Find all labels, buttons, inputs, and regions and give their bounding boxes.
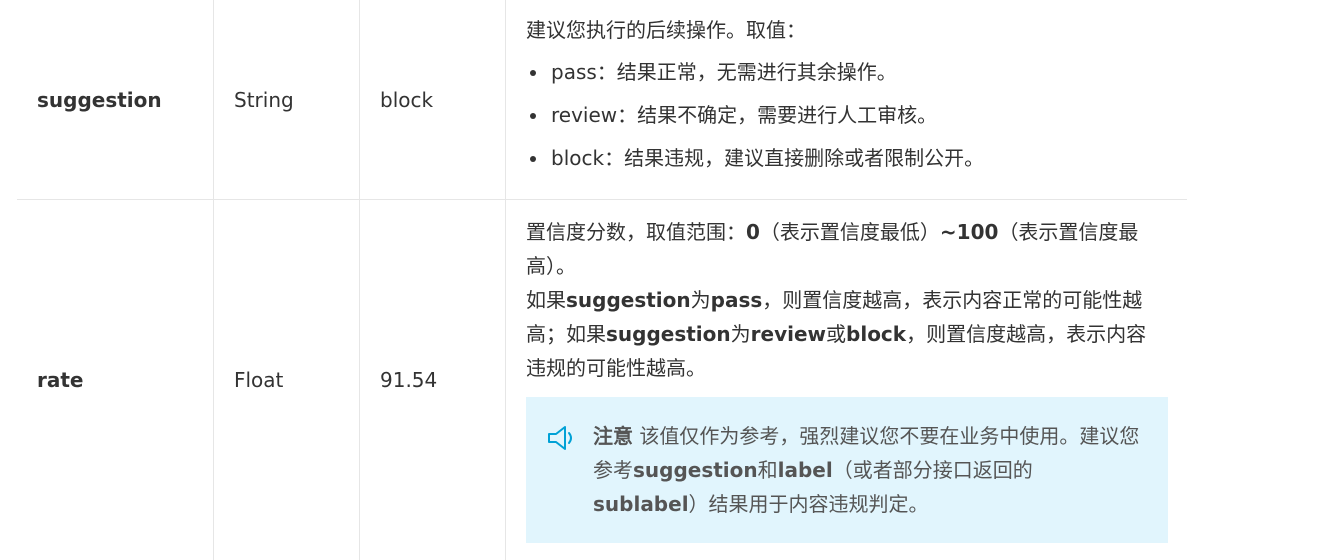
list-item: pass：结果正常，无需进行其余操作。 — [526, 58, 984, 101]
description-intro: 建议您执行的后续操作。取值： — [526, 18, 806, 42]
bullet-icon — [530, 113, 536, 119]
param-type: String — [214, 0, 360, 199]
list-item: review：结果不确定，需要进行人工审核。 — [526, 101, 984, 144]
bullet-icon — [530, 156, 536, 162]
description-text: 置信度分数，取值范围：0（表示置信度最低）~100（表示置信度最高）。 如果su… — [526, 215, 1166, 385]
param-description: 置信度分数，取值范围：0（表示置信度最低）~100（表示置信度最高）。 如果su… — [506, 200, 1187, 560]
speaker-icon — [546, 425, 576, 451]
table-row: suggestion String block 建议您执行的后续操作。取值： p… — [17, 0, 1187, 200]
param-type: Float — [214, 200, 360, 560]
parameters-table: suggestion String block 建议您执行的后续操作。取值： p… — [17, 0, 1187, 560]
param-name: suggestion — [17, 0, 214, 199]
table-row: rate Float 91.54 置信度分数，取值范围：0（表示置信度最低）~1… — [17, 200, 1187, 560]
list-item: block：结果违规，建议直接删除或者限制公开。 — [526, 144, 984, 187]
note-callout: 注意 该值仅作为参考，强烈建议您不要在业务中使用。建议您参考suggestion… — [526, 397, 1168, 543]
param-description: 建议您执行的后续操作。取值： pass：结果正常，无需进行其余操作。 revie… — [506, 0, 1187, 199]
range-paragraph: 置信度分数，取值范围：0（表示置信度最低）~100（表示置信度最高）。 — [526, 220, 1139, 278]
param-example: block — [360, 0, 506, 199]
param-example: 91.54 — [360, 200, 506, 560]
bullet-icon — [530, 70, 536, 76]
options-list: pass：结果正常，无需进行其余操作。 review：结果不确定，需要进行人工审… — [526, 58, 984, 187]
param-name: rate — [17, 200, 214, 560]
meaning-paragraph: 如果suggestion为pass，则置信度越高，表示内容正常的可能性越高；如果… — [526, 288, 1147, 380]
note-title: 注意 — [593, 424, 633, 448]
